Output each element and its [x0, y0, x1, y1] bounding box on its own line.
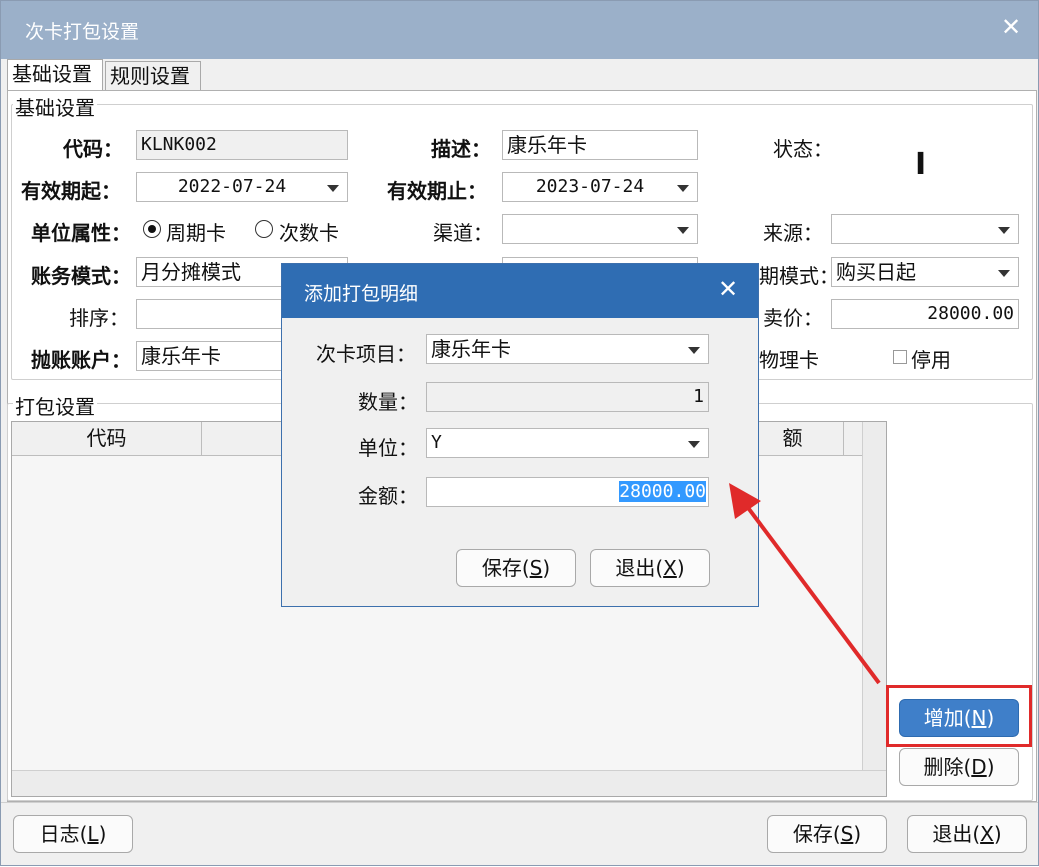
annotation-arrow-head: [729, 483, 761, 519]
annotation-arrow: [729, 483, 881, 685]
annotation-arrow-line: [741, 499, 881, 685]
package-settings-window: 次卡打包设置 ✕ 基础设置 规则设置 基础设置 代码： KLNK002 描述： …: [0, 0, 1039, 866]
